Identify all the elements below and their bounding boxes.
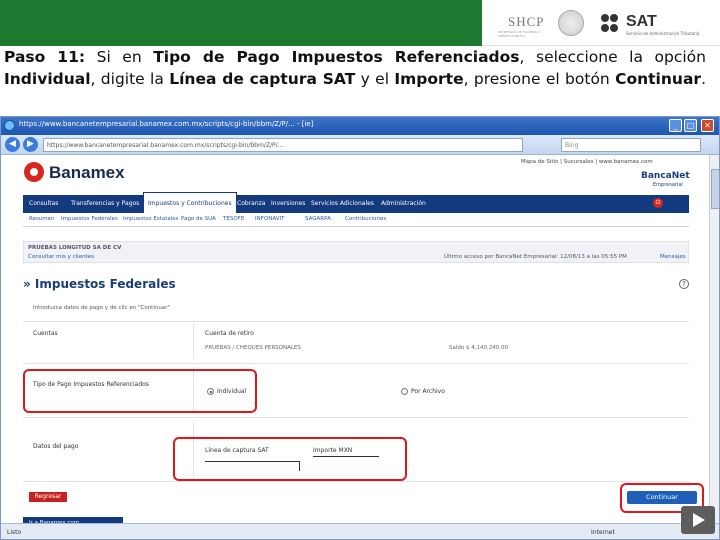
menu-item-servicios[interactable]: Servicios Adicionales (311, 200, 374, 207)
instr-part: . (701, 70, 706, 88)
main-menu: Consultas Transferencias y Pagos Impuest… (23, 192, 689, 213)
logout-link[interactable]: Salir (666, 199, 682, 207)
logout-icon[interactable]: ⏻ (653, 198, 663, 208)
banamex-logo-icon (24, 162, 44, 182)
national-seal-icon (558, 10, 584, 36)
cuenta-retiro-label: Cuenta de retiro (205, 330, 254, 337)
menu-item-cobranza[interactable]: Cobranza (237, 200, 265, 207)
status-bar: Listo Internet (1, 523, 719, 539)
next-slide-arrow-icon[interactable] (681, 506, 715, 534)
instr-part: , seleccione la opción (519, 48, 706, 66)
column-divider (193, 323, 194, 359)
browser-icon (4, 120, 15, 131)
messages-link[interactable]: Mensajes (660, 254, 686, 260)
submenu-item-sua[interactable]: Pago de SUA (181, 216, 216, 222)
step-label: Paso 11: (4, 48, 86, 66)
regresar-button[interactable]: Regresar (29, 492, 67, 502)
submenu-item-federales[interactable]: Impuestos Federales (61, 216, 118, 222)
forward-button[interactable]: ▶ (23, 137, 38, 152)
search-input[interactable]: Bing (561, 138, 701, 152)
session-info: PRUEBAS LONGITUD SA DE CV Consultar mis … (23, 241, 689, 263)
menu-item-impuestos[interactable]: Impuestos y Contribuciones (143, 192, 237, 213)
bank-name: Banamex (49, 163, 125, 182)
divider (23, 481, 689, 482)
submenu-item-sagarpa[interactable]: SAGARPA (305, 216, 331, 222)
menu-item-consultas[interactable]: Consultas (29, 200, 58, 207)
sub-menu: Resumen Impuestos Federales Impuestos Es… (23, 213, 689, 227)
cuenta-retiro-value[interactable]: PRUEBAS / CHEQUES PERSONALES (205, 345, 301, 351)
instr-part: , digite la (90, 70, 170, 88)
scrollbar-thumb[interactable] (711, 169, 719, 209)
instr-bold: Tipo de Pago Impuestos Referenciados (153, 48, 520, 66)
instruction-text: Paso 11: Si en Tipo de Pago Impuestos Re… (4, 46, 706, 90)
green-banner (0, 0, 482, 46)
divider (23, 321, 689, 322)
instr-bold: Línea de captura SAT (169, 70, 356, 88)
shcp-logo: SHCP (508, 14, 545, 29)
archivo-label[interactable]: Por Archivo (411, 388, 445, 395)
instr-part: y el (355, 70, 395, 88)
instr-bold: Continuar (615, 70, 702, 88)
minimize-button[interactable]: _ (669, 119, 682, 132)
address-bar: ◀ ▶ https://www.bancanetempresarial.bana… (1, 135, 719, 155)
sat-logo-icon (601, 14, 618, 32)
datos-pago-label: Datos del pago (33, 443, 79, 450)
slide: SHCP SECRETARÍA DE HACIENDA Y CRÉDITO PÚ… (0, 0, 720, 540)
instr-bold: Importe (394, 70, 464, 88)
browser-window: https://www.bancanetempresarial.banamex.… (0, 116, 720, 540)
archivo-radio[interactable] (401, 388, 408, 395)
bancanet-logo: BancaNet (641, 171, 690, 181)
bank-page: Banamex Mapa de Sitio | Sucursales | www… (1, 155, 709, 529)
submenu-item-contribuciones[interactable]: Contribuciones (345, 216, 386, 222)
instr-part: , presione el botón (463, 70, 616, 88)
cuentas-label: Cuentas (33, 330, 58, 337)
tipo-pago-highlight (23, 369, 257, 413)
close-button[interactable]: ✕ (701, 119, 714, 132)
sat-logo-text: SAT (626, 13, 657, 30)
shcp-subtitle: SECRETARÍA DE HACIENDA Y CRÉDITO PÚBLICO (498, 30, 542, 38)
menu-item-administracion[interactable]: Administración (381, 200, 426, 207)
bancanet-subtitle: Empresarial (653, 182, 683, 188)
change-user-link[interactable]: Consultar mis y clientes (28, 254, 94, 260)
url-input[interactable]: https://www.bancanetempresarial.banamex.… (43, 138, 523, 152)
company-name: PRUEBAS LONGITUD SA DE CV (28, 245, 122, 251)
menu-item-inversiones[interactable]: Inversiones (271, 200, 305, 207)
datos-pago-highlight (173, 437, 407, 481)
browser-titlebar: https://www.bancanetempresarial.banamex.… (1, 117, 719, 135)
instr-part: Si en (85, 48, 154, 66)
maximize-button[interactable]: □ (684, 119, 697, 132)
zone-text: Internet (591, 529, 615, 536)
saldo-value: Saldo $ 4,140,240.00 (449, 345, 508, 351)
help-icon[interactable]: ? (679, 279, 689, 289)
logo-banner: SHCP SECRETARÍA DE HACIENDA Y CRÉDITO PÚ… (482, 0, 720, 46)
submenu-item-resumen[interactable]: Resumen (29, 216, 55, 222)
divider (23, 417, 689, 418)
page-title: » Impuestos Federales (23, 277, 176, 291)
status-text: Listo (7, 529, 22, 536)
vertical-scrollbar[interactable] (709, 155, 719, 529)
sat-subtitle: Servicio de Administración Tributaria (626, 31, 700, 36)
window-title: https://www.bancanetempresarial.banamex.… (19, 120, 314, 128)
submenu-item-tesofe[interactable]: TESOFE (223, 216, 244, 222)
top-links[interactable]: Mapa de Sitio | Sucursales | www.banamex… (521, 159, 653, 165)
menu-item-transferencias[interactable]: Transferencias y Pagos (71, 200, 139, 207)
form-hint: Introduzca datos de pago y de clic en "C… (33, 305, 170, 311)
instr-bold: Individual (4, 70, 91, 88)
back-button[interactable]: ◀ (5, 137, 20, 152)
submenu-item-estatales[interactable]: Impuestos Estatales (123, 216, 179, 222)
last-access: Último acceso por BancaNet Empresarial: … (444, 254, 627, 260)
divider (23, 363, 689, 364)
submenu-item-infonavit[interactable]: INFONAVIT (255, 216, 285, 222)
